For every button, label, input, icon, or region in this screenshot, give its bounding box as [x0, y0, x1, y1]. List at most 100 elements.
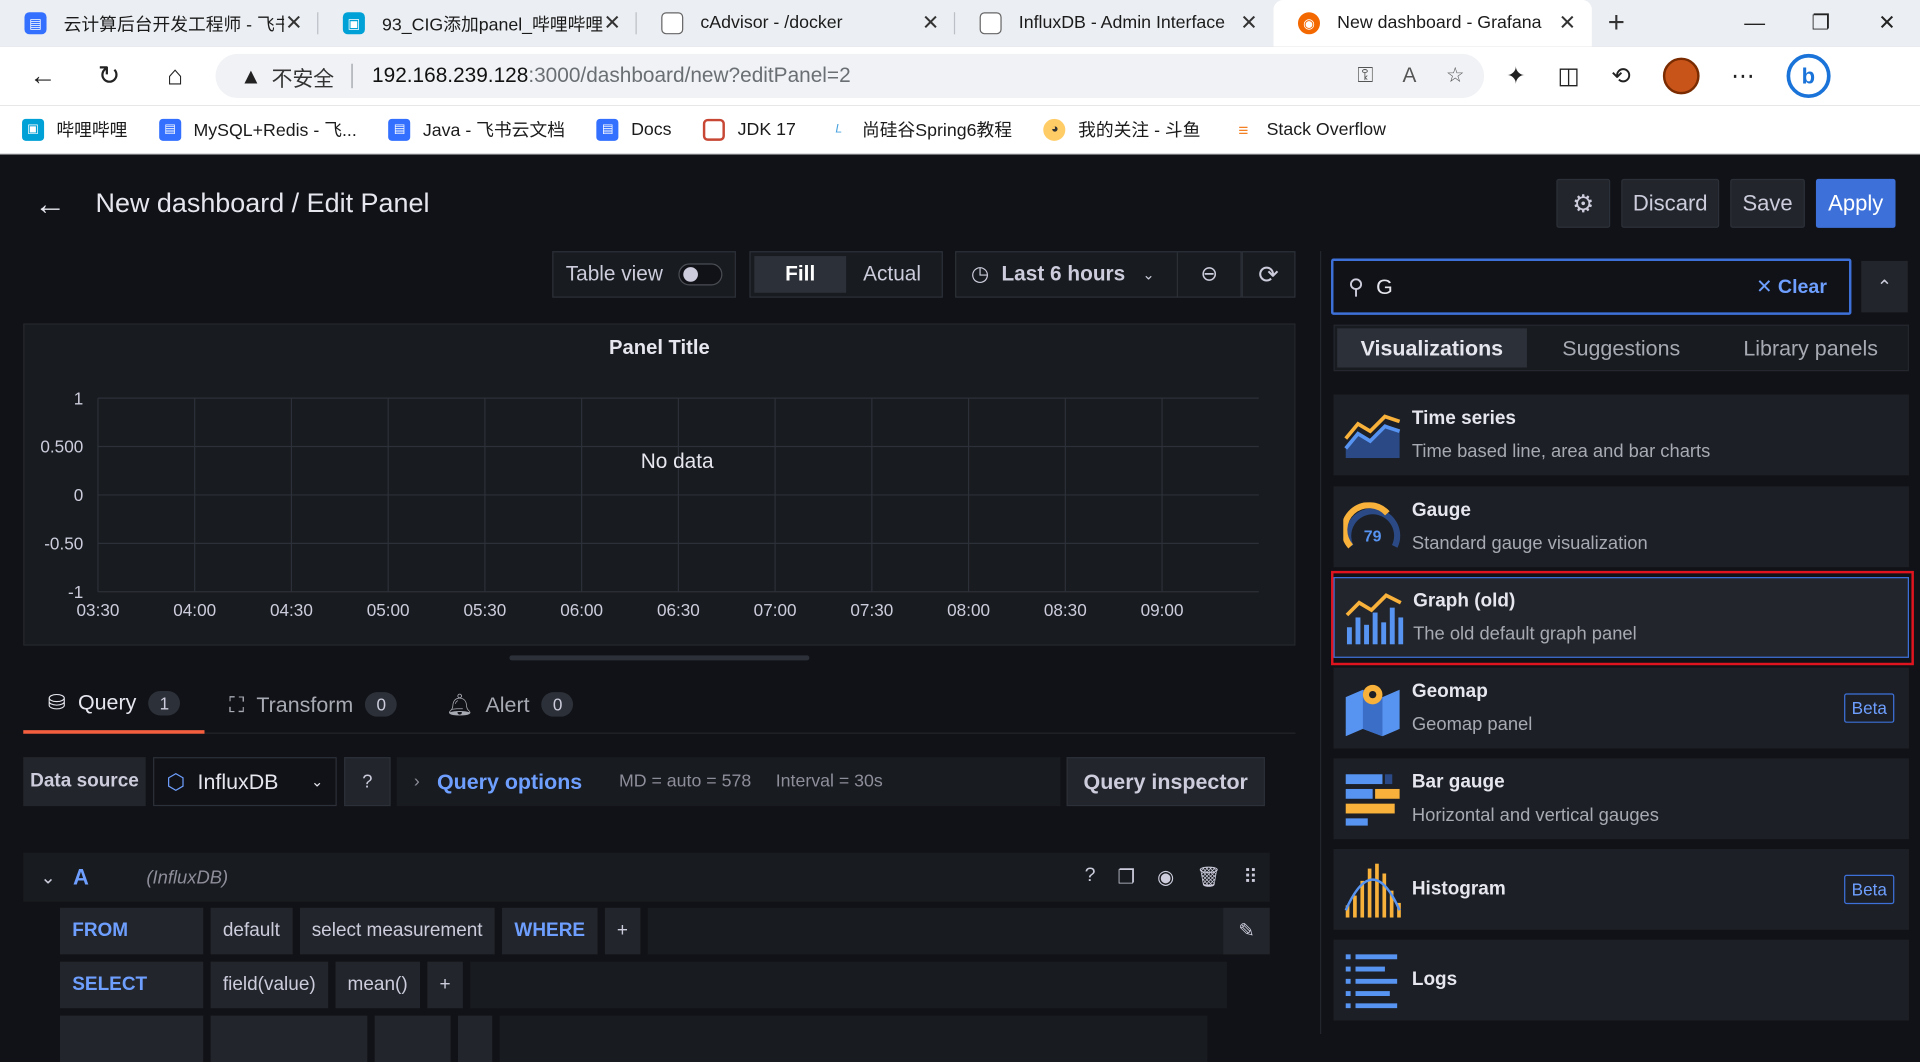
x-tick-label: 04:30	[270, 600, 313, 620]
add-select-button[interactable]: +	[427, 961, 463, 1009]
restore-icon[interactable]: ❐	[1788, 0, 1854, 47]
fill-option[interactable]: Fill	[754, 256, 847, 293]
collapse-picker-icon[interactable]: ⌃	[1861, 260, 1908, 313]
browser-tab-bilibili[interactable]: ▣ 93_CIG添加panel_哔哩哔哩 ✕	[318, 0, 637, 47]
visualization-picker: ⚲ G ✕ Clear ⌃ Visualizations Suggestions…	[1320, 251, 1920, 1034]
split-screen-icon[interactable]: ◫	[1557, 62, 1579, 90]
aggregation-select[interactable]: mean()	[335, 961, 420, 1009]
viz-item-time-series[interactable]: Time series Time based line, area and bar…	[1333, 394, 1909, 476]
eye-icon[interactable]: ◉	[1157, 865, 1174, 890]
bing-copilot-icon[interactable]: b	[1786, 53, 1831, 99]
bookmark-java[interactable]: ▤ Java - 飞书云文档	[388, 116, 565, 142]
actual-option[interactable]: Actual	[846, 256, 938, 293]
query-inspector-button[interactable]: Query inspector	[1066, 757, 1265, 807]
tab-label: Transform	[256, 691, 354, 717]
key-icon[interactable]: ⚿	[1357, 64, 1373, 89]
trash-icon[interactable]: 🗑︎	[1196, 865, 1221, 890]
viz-name: Gauge	[1411, 499, 1471, 521]
close-tab-icon[interactable]: ✕	[1558, 11, 1578, 36]
viz-item-graph-old[interactable]: Graph (old) The old default graph panel	[1333, 577, 1909, 658]
select-keyword: SELECT	[60, 961, 204, 1009]
no-data-label: No data	[641, 450, 714, 473]
bookmark-bilibili[interactable]: ▣ 哔哩哔哩	[22, 116, 127, 142]
new-tab-button[interactable]: +	[1592, 0, 1641, 47]
viz-item-geomap[interactable]: Geomap Geomap panel Beta	[1333, 667, 1909, 749]
add-where-button[interactable]: +	[604, 907, 641, 955]
settings-gear-icon[interactable]: ⚙	[1556, 178, 1611, 228]
x-tick-label: 03:30	[77, 600, 120, 620]
tab-suggestions[interactable]: Suggestions	[1527, 328, 1716, 367]
extensions-icon[interactable]: ✦	[1506, 62, 1525, 90]
measurement-select[interactable]: select measurement	[299, 907, 495, 955]
zoom-out-icon[interactable]: ⊖	[1176, 252, 1241, 297]
group-by-row	[60, 1015, 1208, 1062]
viz-item-histogram[interactable]: Histogram Beta	[1333, 848, 1909, 930]
database-icon: ⛁	[47, 689, 66, 715]
bookmark-docs[interactable]: ▤ Docs	[596, 118, 672, 141]
save-button[interactable]: Save	[1730, 178, 1805, 228]
tab-visualizations[interactable]: Visualizations	[1337, 328, 1527, 368]
tab-query[interactable]: ⛁ Query 1	[23, 675, 205, 734]
apply-button[interactable]: Apply	[1815, 178, 1896, 228]
profile-avatar[interactable]	[1662, 57, 1700, 95]
reload-icon[interactable]: ↻	[76, 47, 142, 106]
tab-library-panels[interactable]: Library panels	[1716, 328, 1905, 367]
back-arrow-icon[interactable]: ←	[34, 185, 66, 223]
address-bar[interactable]: ▲ 不安全 192.168.239.128 :3000/dashboard/ne…	[215, 53, 1485, 99]
fill-select[interactable]	[374, 1015, 451, 1062]
help-icon[interactable]: ?	[344, 757, 391, 807]
field-select[interactable]: field(value)	[210, 961, 328, 1009]
collapse-chevron-icon[interactable]: ⌄	[40, 866, 55, 888]
viz-item-gauge[interactable]: 79 Gauge Standard gauge visualization	[1333, 486, 1909, 568]
close-tab-icon[interactable]: ✕	[602, 11, 622, 36]
close-window-icon[interactable]: ✕	[1854, 0, 1920, 47]
more-menu-icon[interactable]: ⋯	[1731, 62, 1754, 90]
datasource-picker[interactable]: ⬡ InfluxDB ⌄	[153, 757, 337, 807]
home-icon[interactable]: ⌂	[142, 47, 208, 106]
time-range-picker[interactable]: ◷ Last 6 hours ⌄ ⊖	[955, 251, 1242, 298]
bookmark-spring6[interactable]: L 尚硅谷Spring6教程	[827, 116, 1012, 142]
viz-item-logs[interactable]: Logs	[1333, 939, 1909, 1021]
bookmark-jdk17[interactable]: JDK 17	[703, 118, 796, 141]
discard-button[interactable]: Discard	[1621, 178, 1720, 228]
table-view-toggle[interactable]: Table view	[552, 251, 736, 298]
history-icon[interactable]: ⟲	[1611, 62, 1630, 90]
query-editor: Data source ⬡ InfluxDB ⌄ ? › Query optio…	[0, 733, 1311, 1062]
bookmark-douyu[interactable]: ◕ 我的关注 - 斗鱼	[1043, 116, 1200, 142]
tab-alert[interactable]: 🔔︎ Alert 0	[422, 675, 598, 734]
minimize-icon[interactable]: —	[1722, 0, 1788, 47]
retention-policy[interactable]: default	[210, 907, 293, 955]
query-options-bar[interactable]: › Query options MD = auto = 578 Interval…	[396, 757, 1061, 807]
help-icon[interactable]: ?	[1085, 865, 1096, 890]
pane-resize-handle[interactable]	[509, 655, 810, 661]
add-group-button[interactable]	[457, 1015, 493, 1062]
tab-transform[interactable]: ⛶ Transform 0	[205, 675, 422, 734]
query-tabs: ⛁ Query 1 ⛶ Transform 0 🔔︎ Alert 0	[23, 675, 1296, 734]
close-tab-icon[interactable]: ✕	[284, 11, 304, 36]
pencil-edit-icon[interactable]: ✎	[1223, 907, 1270, 955]
read-aloud-icon[interactable]: A	[1403, 64, 1417, 89]
search-icon: ⚲	[1348, 273, 1364, 299]
back-icon[interactable]: ←	[10, 47, 76, 106]
query-letter[interactable]: A	[73, 864, 146, 890]
viz-item-bar-gauge[interactable]: Bar gauge Horizontal and vertical gauges	[1333, 758, 1909, 840]
favorite-add-icon[interactable]: ☆	[1446, 64, 1465, 89]
bookmark-mysql-redis[interactable]: ▤ MySQL+Redis - 飞...	[159, 116, 357, 142]
drag-handle-icon[interactable]: ⠿	[1243, 865, 1257, 890]
fill-actual-switch: Fill Actual	[749, 251, 943, 298]
toggle-switch[interactable]	[678, 263, 723, 286]
browser-tab-grafana[interactable]: ◉ New dashboard - Grafana ✕	[1273, 0, 1592, 47]
browser-tab-feishu[interactable]: ▤ 云计算后台开发工程师 - 飞书 ✕	[0, 0, 319, 47]
close-tab-icon[interactable]: ✕	[1239, 11, 1259, 36]
bookmark-stackoverflow[interactable]: ≡ Stack Overflow	[1232, 118, 1386, 141]
close-tab-icon[interactable]: ✕	[921, 11, 941, 36]
browser-tab-influxdb[interactable]: InfluxDB - Admin Interface ✕	[955, 0, 1273, 47]
group-by-time[interactable]	[210, 1015, 368, 1062]
clear-search-button[interactable]: ✕ Clear	[1756, 274, 1827, 299]
refresh-icon[interactable]: ⟳	[1241, 251, 1296, 298]
duplicate-icon[interactable]: ❐	[1118, 865, 1136, 890]
viz-search-input[interactable]: ⚲ G ✕ Clear	[1331, 258, 1852, 315]
time-series-chart: 1 0.500 0 -0.50 -103:30 04:00 04:30 05:00 05:30 0…	[40, 388, 1259, 620]
browser-tab-cadvisor[interactable]: cAdvisor - /docker ✕	[637, 0, 956, 47]
query-options-link[interactable]: Query options	[437, 769, 582, 795]
